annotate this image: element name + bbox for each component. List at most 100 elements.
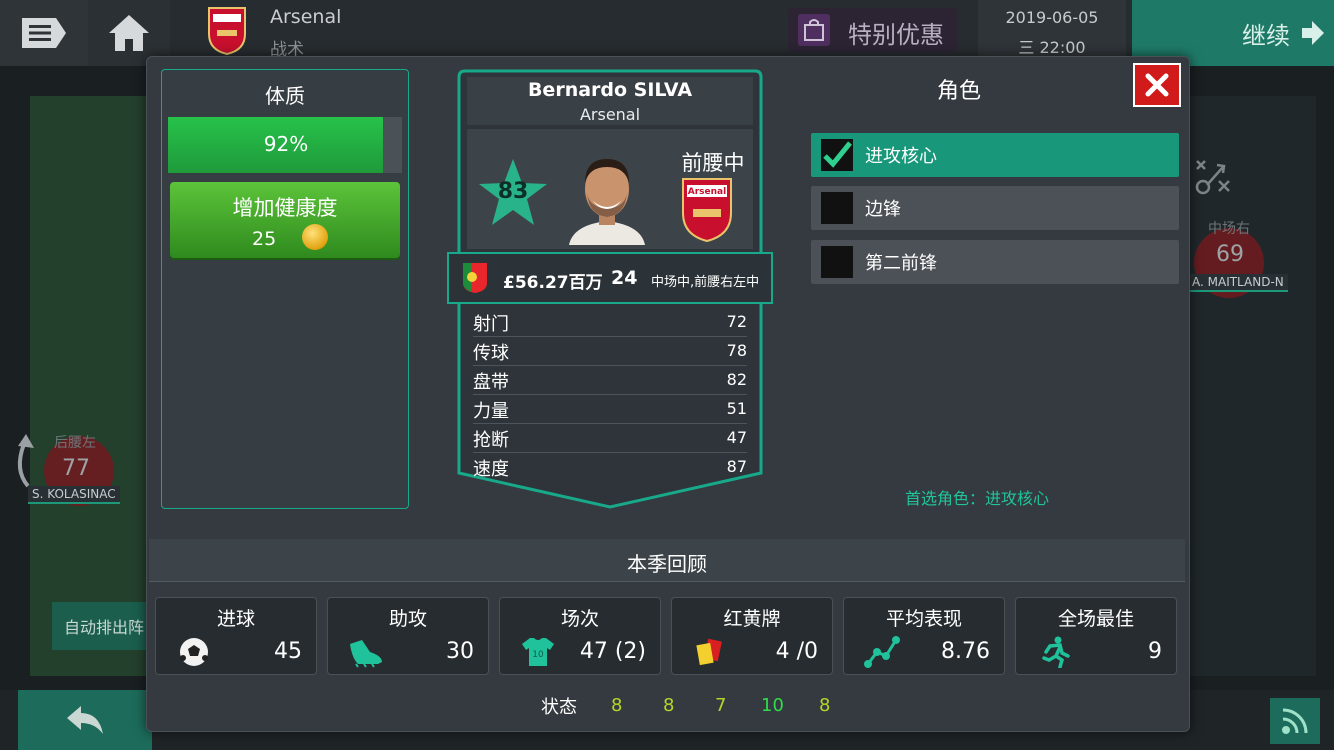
crest-text: Arsenal — [688, 187, 726, 197]
attribute-value: 87 — [726, 457, 747, 476]
stat-appearances: 场次 10 47 (2) — [499, 597, 661, 675]
background-player-name: A. MAITLAND-N — [1188, 274, 1288, 292]
checkmark-icon — [823, 141, 852, 168]
swap-arrow-icon — [17, 434, 34, 488]
rss-icon — [1282, 708, 1308, 734]
role-option-playmaker[interactable]: 进攻核心 — [811, 133, 1179, 177]
stat-label: 场次 — [560, 608, 599, 630]
stat-man-of-match: 全场最佳 9 — [1015, 597, 1177, 675]
attribute-value: 47 — [726, 428, 747, 447]
form-value: 8 — [819, 695, 831, 716]
date-text: 2019-06-05 — [1005, 8, 1099, 27]
attribute-row: 盘带 82 — [473, 365, 747, 395]
role-label: 进攻核心 — [865, 146, 937, 167]
attribute-value: 72 — [726, 312, 747, 331]
stat-value: 30 — [446, 639, 474, 664]
player-name: Bernardo SILVA — [527, 79, 693, 101]
back-button[interactable] — [18, 690, 152, 750]
attribute-name: 射门 — [473, 314, 509, 335]
role-option-second-striker[interactable]: 第二前锋 — [811, 240, 1179, 284]
coin-icon — [302, 224, 328, 250]
shirt-icon: 10 — [522, 638, 554, 666]
stat-label: 红黄牌 — [723, 608, 781, 630]
stat-goals: 进球 45 — [155, 597, 317, 675]
attribute-name: 速度 — [473, 459, 509, 480]
attribute-value: 78 — [726, 341, 747, 360]
player-market-value: £56.27百万 — [503, 273, 603, 293]
season-review-title: 本季回顾 — [627, 552, 707, 576]
player-position: 前腰中 — [681, 151, 745, 175]
stat-value: 8.76 — [941, 639, 990, 664]
form-label: 状态 — [541, 697, 577, 718]
attribute-name: 盘带 — [473, 372, 509, 393]
role-label: 第二前锋 — [865, 253, 937, 274]
stat-assists: 助攻 30 — [327, 597, 489, 675]
news-feed-button[interactable] — [1270, 698, 1320, 744]
club-name: Arsenal — [270, 6, 342, 28]
fitness-cost: 25 — [252, 228, 277, 250]
background-player-rating: 77 — [62, 456, 90, 481]
stat-label: 助攻 — [388, 608, 427, 630]
background-player-position: 中场右 — [1208, 221, 1250, 237]
attribute-row: 射门 72 — [473, 307, 747, 337]
fitness-percent: 92% — [263, 132, 309, 156]
attribute-row: 力量 51 — [473, 394, 747, 424]
role-option-winger[interactable]: 边锋 — [811, 186, 1179, 230]
stat-avg-rating: 平均表现 8.76 — [843, 597, 1005, 675]
fitness-bar: 92% — [168, 117, 402, 173]
cards-icon — [696, 638, 722, 666]
close-button[interactable] — [1133, 63, 1181, 107]
player-info-bar: £56.27百万 24 中场中,前腰右左中 — [447, 252, 773, 304]
stat-value: 47 (2) — [579, 639, 646, 664]
checkbox[interactable] — [821, 192, 853, 224]
attribute-row: 速度 87 — [473, 452, 747, 481]
menu-icon — [22, 18, 66, 48]
close-icon — [1145, 73, 1169, 97]
football-icon — [180, 638, 208, 666]
attribute-name: 抢断 — [473, 430, 509, 451]
increase-fitness-button[interactable]: 增加健康度 25 — [170, 182, 400, 258]
svg-text:10: 10 — [532, 650, 544, 660]
arrow-right-icon — [1302, 21, 1324, 45]
special-offer-button[interactable]: 特别优惠 — [788, 8, 958, 52]
back-arrow-icon — [67, 706, 103, 734]
stat-label: 平均表现 — [885, 608, 962, 630]
form-value: 10 — [761, 695, 784, 716]
fitness-title: 体质 — [265, 84, 305, 108]
player-alt-positions: 中场中,前腰右左中 — [651, 275, 760, 290]
player-club: Arsenal — [579, 105, 641, 124]
attribute-value: 82 — [726, 370, 747, 389]
date-display: 2019-06-05 三 22:00 — [978, 0, 1126, 64]
day-time-text: 三 22:00 — [1018, 38, 1086, 57]
home-icon — [109, 15, 149, 51]
stat-value: 9 — [1148, 639, 1162, 664]
preferred-role: 首选角色：进攻核心 — [905, 489, 1050, 508]
form-value: 8 — [611, 695, 623, 716]
attribute-row: 传球 78 — [473, 336, 747, 366]
checkbox[interactable] — [821, 139, 853, 171]
stat-label: 进球 — [216, 608, 255, 630]
portugal-flag-icon — [463, 263, 487, 293]
role-title: 角色 — [937, 79, 982, 104]
tactics-icon[interactable] — [1193, 157, 1233, 197]
attribute-value: 51 — [726, 399, 747, 418]
role-label: 边锋 — [865, 199, 901, 220]
background-player-rating: 69 — [1216, 242, 1244, 267]
stat-cards: 红黄牌 4 /0 — [671, 597, 833, 675]
shopping-bag-icon — [798, 14, 830, 46]
stat-value: 45 — [274, 639, 302, 664]
trend-icon — [864, 636, 900, 668]
player-running-icon — [1042, 636, 1070, 668]
background-player-position: 后腰左 — [54, 435, 96, 451]
club-badge-icon — [208, 7, 246, 56]
stat-label: 全场最佳 — [1057, 608, 1134, 630]
menu-button[interactable] — [0, 0, 88, 66]
form-value: 8 — [663, 695, 675, 716]
player-detail-modal: 体质 92% 增加健康度 25 Bernardo SILVA Arsenal 8… — [146, 56, 1230, 732]
player-age: 24 — [611, 267, 638, 289]
auto-arrange-button[interactable]: 自动排出阵 — [52, 602, 152, 650]
player-rating: 83 — [497, 179, 529, 204]
player-portrait — [569, 159, 645, 245]
checkbox[interactable] — [821, 246, 853, 278]
boot-icon — [350, 640, 382, 668]
